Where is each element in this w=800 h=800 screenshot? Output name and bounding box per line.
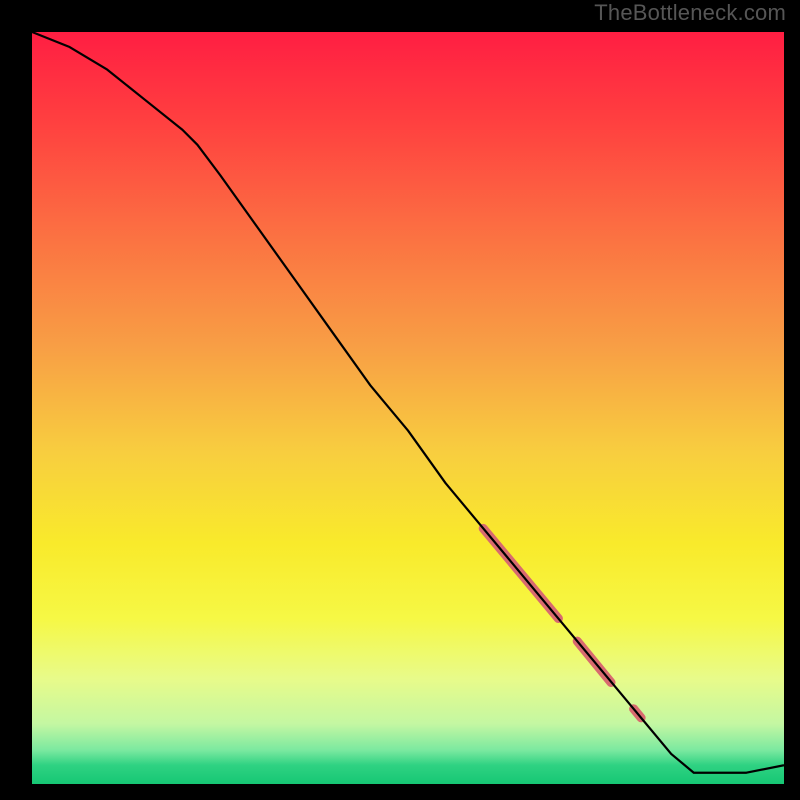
stage: TheBottleneck.com — [0, 0, 800, 800]
chart-svg — [32, 32, 784, 784]
watermark-text: TheBottleneck.com — [594, 0, 786, 26]
gradient-background — [32, 32, 784, 784]
plot-area — [32, 32, 784, 784]
